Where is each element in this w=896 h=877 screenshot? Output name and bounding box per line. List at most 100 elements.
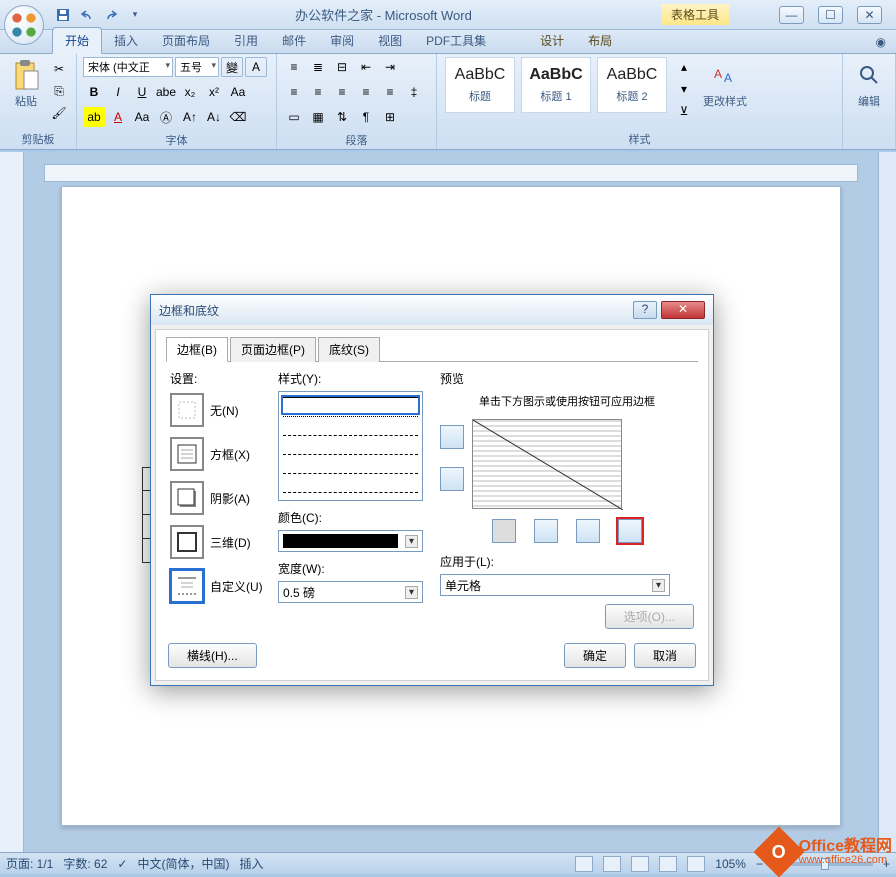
line-style-dash4[interactable] [283, 492, 418, 501]
align-right-icon[interactable]: ≡ [331, 82, 353, 102]
tab-table-layout[interactable]: 布局 [576, 28, 624, 53]
paste-button[interactable]: 粘贴 [6, 57, 46, 111]
copy-icon[interactable]: ⎘ [48, 81, 70, 101]
cancel-button[interactable]: 取消 [634, 643, 696, 668]
qat-customize-icon[interactable]: ▾ [124, 4, 146, 26]
strike-icon[interactable]: abe [155, 82, 177, 102]
status-words[interactable]: 字数: 62 [63, 855, 107, 872]
multilevel-icon[interactable]: ⊟ [331, 57, 353, 77]
spell-check-icon[interactable]: ✓ [117, 857, 127, 871]
ok-button[interactable]: 确定 [564, 643, 626, 668]
style-heading1[interactable]: AaBbC 标题 1 [521, 57, 591, 113]
char-shading-icon[interactable]: Aa [131, 107, 153, 127]
undo-icon[interactable] [76, 4, 98, 26]
view-web-icon[interactable] [631, 856, 649, 872]
status-page[interactable]: 页面: 1/1 [6, 855, 53, 872]
tab-references[interactable]: 引用 [222, 28, 270, 53]
tab-insert[interactable]: 插入 [102, 28, 150, 53]
line-style-dash2[interactable] [283, 454, 418, 470]
sort-icon[interactable]: ⇅ [331, 107, 353, 127]
border-diag-up-button[interactable] [618, 519, 642, 543]
vertical-scrollbar[interactable] [878, 152, 896, 852]
border-top-button[interactable] [440, 425, 464, 449]
line-style-dotted[interactable] [283, 416, 418, 432]
close-button[interactable]: ✕ [857, 6, 882, 24]
office-button[interactable] [4, 5, 44, 45]
change-styles-button[interactable]: AA 更改样式 [699, 57, 751, 111]
status-insert-mode[interactable]: 插入 [239, 855, 263, 872]
style-heading[interactable]: AaBbC 标题 [445, 57, 515, 113]
tab-table-design[interactable]: 设计 [528, 28, 576, 53]
setting-3d[interactable]: 三维(D) [170, 525, 266, 559]
change-case-icon[interactable]: Aa [227, 82, 249, 102]
dec-indent-icon[interactable]: ⇤ [355, 57, 377, 77]
justify-icon[interactable]: ≡ [355, 82, 377, 102]
setting-shadow[interactable]: 阴影(A) [170, 481, 266, 515]
tab-border[interactable]: 边框(B) [166, 337, 228, 362]
dialog-title-bar[interactable]: 边框和底纹 ? ✕ [151, 295, 713, 325]
redo-icon[interactable] [100, 4, 122, 26]
font-name-select[interactable]: 宋体 (中文正 [83, 57, 173, 77]
borders-icon[interactable]: ▦ [307, 107, 329, 127]
border-diag-down-button[interactable] [492, 519, 516, 543]
dialog-help-button[interactable]: ? [633, 301, 657, 319]
view-draft-icon[interactable] [687, 856, 705, 872]
char-border-icon[interactable]: A [245, 57, 267, 77]
style-heading2[interactable]: AaBbC 标题 2 [597, 57, 667, 113]
width-combo[interactable]: 0.5 磅 [278, 581, 423, 603]
clear-format-icon[interactable]: ⌫ [227, 107, 249, 127]
styles-expand-icon[interactable]: ⊻ [673, 101, 695, 121]
border-left-button[interactable] [534, 519, 558, 543]
inc-indent-icon[interactable]: ⇥ [379, 57, 401, 77]
italic-icon[interactable]: I [107, 82, 129, 102]
format-painter-icon[interactable]: 🖌 [48, 103, 70, 123]
line-spacing-icon[interactable]: ‡ [403, 82, 425, 102]
show-marks-icon[interactable]: ¶ [355, 107, 377, 127]
horizontal-ruler[interactable] [44, 164, 858, 182]
color-combo[interactable] [278, 530, 423, 552]
enclose-icon[interactable]: Ⓐ [155, 107, 177, 127]
setting-none[interactable]: 无(N) [170, 393, 266, 427]
underline-icon[interactable]: U [131, 82, 153, 102]
tab-page-layout[interactable]: 页面布局 [150, 28, 222, 53]
tab-mailings[interactable]: 邮件 [270, 28, 318, 53]
line-style-dash3[interactable] [283, 473, 418, 489]
bullets-icon[interactable]: ≡ [283, 57, 305, 77]
view-print-layout-icon[interactable] [575, 856, 593, 872]
minimize-button[interactable]: — [779, 6, 804, 24]
line-style-list[interactable] [278, 391, 423, 501]
grow-font-icon[interactable]: A↑ [179, 107, 201, 127]
apply-to-combo[interactable]: 单元格 [440, 574, 670, 596]
font-color-icon[interactable]: A [107, 107, 129, 127]
styles-up-icon[interactable]: ▴ [673, 57, 695, 77]
maximize-button[interactable]: ☐ [818, 6, 843, 24]
zoom-level[interactable]: 105% [715, 857, 746, 871]
status-language[interactable]: 中文(简体，中国) [137, 855, 229, 872]
dialog-close-button[interactable]: ✕ [661, 301, 705, 319]
phonetic-icon[interactable]: 變 [221, 57, 243, 77]
align-center-icon[interactable]: ≡ [307, 82, 329, 102]
shrink-font-icon[interactable]: A↓ [203, 107, 225, 127]
highlight-icon[interactable]: ab [83, 107, 105, 127]
setting-custom[interactable]: 自定义(U) [170, 569, 266, 603]
line-style-solid[interactable] [283, 397, 418, 413]
shading-icon[interactable]: ▭ [283, 107, 305, 127]
setting-box[interactable]: 方框(X) [170, 437, 266, 471]
subscript-icon[interactable]: x₂ [179, 82, 201, 102]
view-full-screen-icon[interactable] [603, 856, 621, 872]
editing-button[interactable]: 编辑 [849, 57, 889, 111]
tab-view[interactable]: 视图 [366, 28, 414, 53]
font-size-select[interactable]: 五号 [175, 57, 219, 77]
align-left-icon[interactable]: ≡ [283, 82, 305, 102]
bold-icon[interactable]: B [83, 82, 105, 102]
border-bottom-button[interactable] [440, 467, 464, 491]
horizontal-line-button[interactable]: 横线(H)... [168, 643, 257, 668]
help-icon[interactable]: ◉ [866, 31, 896, 53]
tab-review[interactable]: 审阅 [318, 28, 366, 53]
preview-box[interactable] [472, 419, 622, 509]
styles-down-icon[interactable]: ▾ [673, 79, 695, 99]
tab-home[interactable]: 开始 [52, 27, 102, 54]
tab-page-border[interactable]: 页面边框(P) [230, 337, 316, 362]
line-style-dash1[interactable] [283, 435, 418, 451]
snap-icon[interactable]: ⊞ [379, 107, 401, 127]
